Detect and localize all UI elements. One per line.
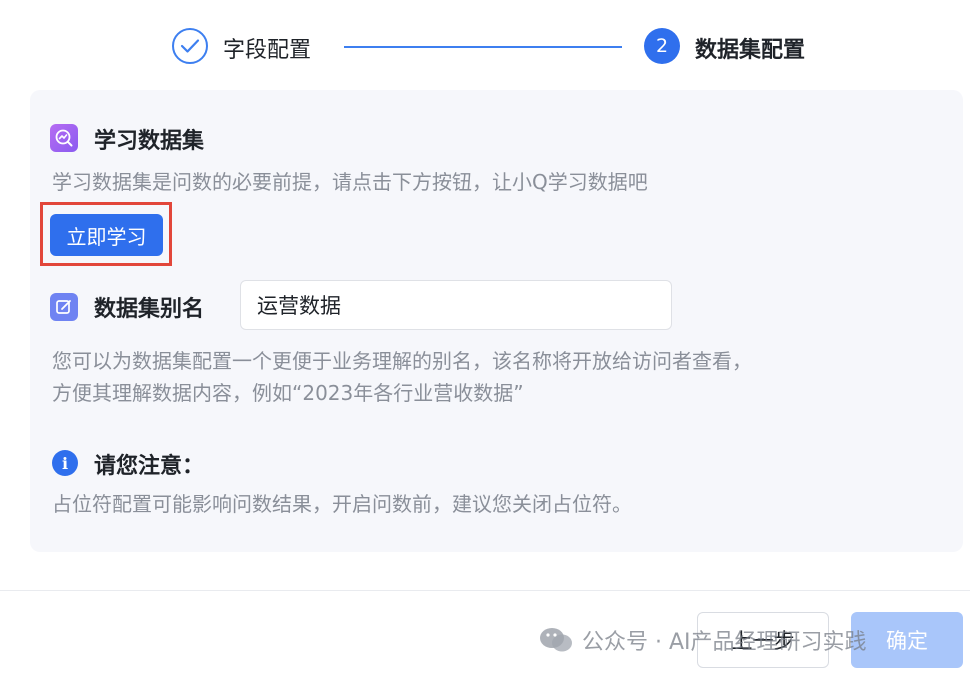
stepper: 字段配置 2 数据集配置 <box>0 26 970 68</box>
step-active-indicator: 2 <box>644 28 680 64</box>
footer-divider <box>0 590 970 591</box>
dataset-alias-description: 您可以为数据集配置一个更便于业务理解的别名，该名称将开放给访问者查看， 方便其理… <box>52 345 952 409</box>
alias-description-line-2: 方便其理解数据内容，例如“2023年各行业营收数据” <box>52 381 524 405</box>
notice-description: 占位符配置可能影响问数结果，开启问数前，建议您关闭占位符。 <box>52 492 632 516</box>
check-icon <box>180 39 200 53</box>
dataset-alias-title: 数据集别名 <box>94 297 205 322</box>
notice-title: 请您注意： <box>94 454 205 479</box>
alias-description-line-1: 您可以为数据集配置一个更便于业务理解的别名，该名称将开放给访问者查看， <box>52 349 752 373</box>
dataset-config-card: 学习数据集 学习数据集是问数的必要前提，请点击下方按钮，让小Q学习数据吧 立即学… <box>30 90 963 552</box>
step-completed-indicator <box>172 28 208 64</box>
dataset-alias-input[interactable] <box>240 280 672 330</box>
previous-step-button[interactable]: 上一步 <box>697 612 829 668</box>
confirm-button[interactable]: 确定 <box>851 612 963 668</box>
learn-dataset-title: 学习数据集 <box>94 129 205 154</box>
info-icon: i <box>52 450 78 476</box>
step-label-dataset-config: 数据集配置 <box>695 38 806 63</box>
learn-dataset-description: 学习数据集是问数的必要前提，请点击下方按钮，让小Q学习数据吧 <box>52 170 648 194</box>
wechat-logo-icon <box>540 628 572 652</box>
learn-chart-icon <box>50 124 78 152</box>
step-label-field-config: 字段配置 <box>223 38 312 63</box>
step-connector <box>344 46 622 48</box>
learn-now-button[interactable]: 立即学习 <box>50 214 163 256</box>
edit-icon <box>50 293 78 321</box>
